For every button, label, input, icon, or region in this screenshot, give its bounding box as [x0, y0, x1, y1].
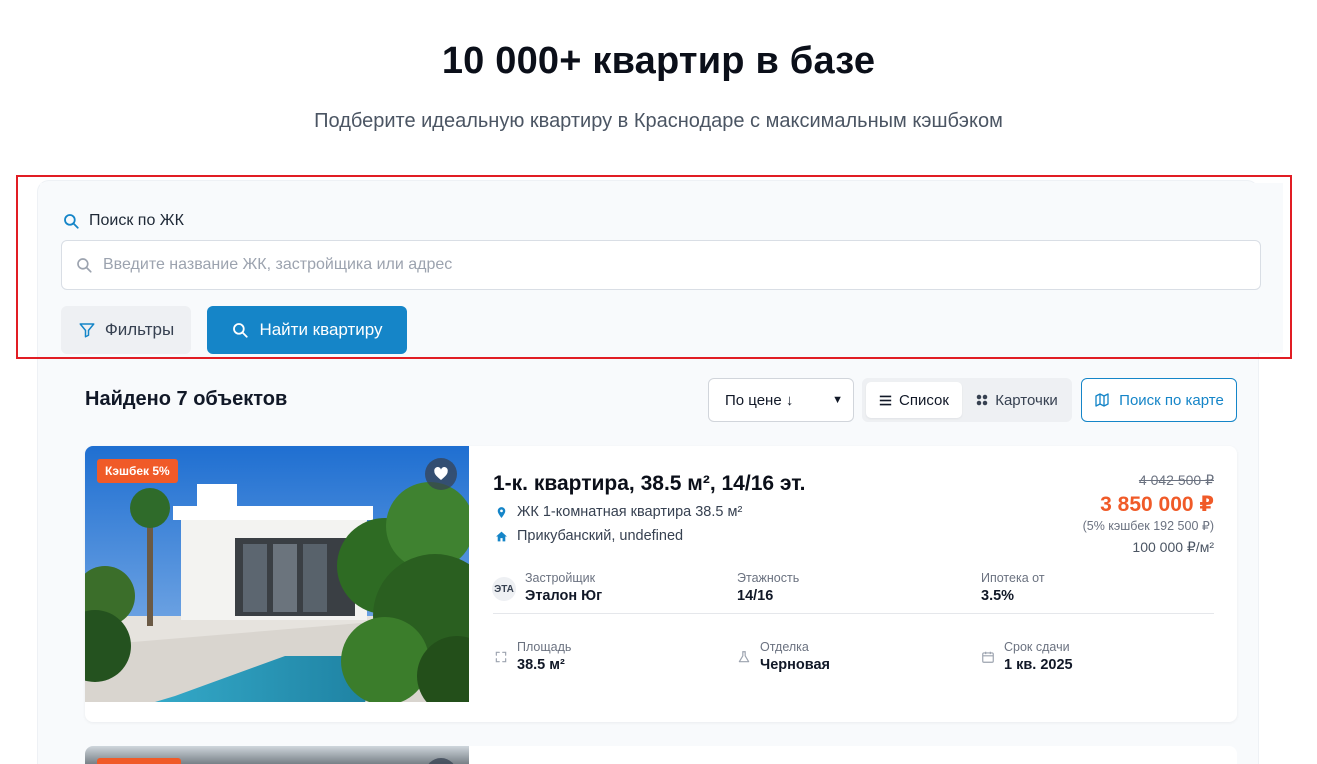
spec-label: Отделка — [760, 640, 809, 654]
page-title: 10 000+ квартир в базе — [441, 40, 876, 82]
chevron-down-icon: ▼ — [832, 394, 843, 406]
spec-label: Срок сдачи — [1004, 640, 1070, 654]
listing-title[interactable]: 1-к. квартира, 38.5 м², 14/16 эт. — [493, 472, 805, 496]
sort-select[interactable]: По цене ↓ ▼ — [708, 378, 854, 422]
view-list-option[interactable]: Список — [866, 382, 962, 418]
listing-complex-text: ЖК 1-комнатная квартира 38.5 м² — [517, 504, 743, 520]
location-pin-icon — [497, 506, 506, 518]
listing-card[interactable] — [85, 746, 1237, 764]
search-icon — [233, 323, 249, 338]
listing-card[interactable]: Кэшбек 5% 1-к. квартира, 38.5 м², 14/16 … — [85, 446, 1237, 722]
old-price: 4 042 500 ₽ — [1138, 472, 1214, 488]
view-cards-option[interactable]: Карточки — [966, 382, 1068, 418]
listing-district: Прикубанский, undefined — [495, 528, 683, 544]
search-input[interactable] — [103, 256, 1243, 274]
grid-icon — [976, 394, 988, 406]
spec-value: 14/16 — [737, 588, 774, 604]
search-label: Поиск по ЖК — [62, 212, 184, 230]
spec-label: Площадь — [517, 640, 572, 654]
spec-developer: ЭТА Застройщик Эталон Юг — [492, 571, 602, 604]
spec-label: Застройщик — [525, 571, 596, 585]
spec-deadline: Срок сдачи 1 кв. 2025 — [981, 640, 1073, 673]
price: 3 850 000 ₽ — [1100, 493, 1214, 516]
list-icon — [879, 395, 892, 405]
spec-value: Черновая — [760, 657, 830, 673]
developer-logo: ЭТА — [492, 577, 516, 601]
spec-area: Площадь 38.5 м² — [494, 640, 571, 673]
find-apartment-button[interactable]: Найти квартиру — [207, 306, 407, 354]
calendar-icon — [982, 651, 994, 663]
price-per-m2: 100 000 ₽/м² — [1132, 539, 1214, 555]
flask-icon — [738, 651, 750, 663]
listing-complex: ЖК 1-комнатная квартира 38.5 м² — [495, 504, 742, 520]
view-toggle: Список Карточки — [862, 378, 1072, 422]
house-photo — [85, 446, 469, 702]
spec-label: Ипотека от — [981, 571, 1045, 585]
cashback-badge: Кэшбек 5% — [97, 459, 178, 483]
spec-value: 3.5% — [981, 588, 1015, 604]
home-icon — [496, 531, 507, 541]
expand-icon — [495, 651, 507, 663]
filters-button-label: Фильтры — [104, 320, 175, 339]
view-cards-label: Карточки — [995, 391, 1058, 409]
cashback-note: (5% кэшбек 192 500 ₽) — [1082, 519, 1214, 533]
cashback-badge — [97, 758, 181, 764]
filters-button[interactable]: Фильтры — [61, 306, 191, 354]
spec-finish: Отделка Черновая — [737, 640, 830, 673]
map-search-label: Поиск по карте — [1119, 391, 1224, 409]
listing-photo[interactable]: Кэшбек 5% — [85, 446, 469, 702]
spec-label: Этажность — [737, 571, 800, 585]
spec-mortgage: Ипотека от 3.5% — [981, 571, 1045, 604]
find-apartment-label: Найти квартиру — [259, 320, 383, 339]
spec-value: 1 кв. 2025 — [1004, 657, 1073, 673]
map-icon — [1095, 393, 1109, 407]
spec-value: 38.5 м² — [517, 657, 565, 673]
search-icon — [77, 258, 92, 273]
search-icon — [64, 214, 79, 229]
spec-divider — [493, 613, 1214, 614]
favorite-button[interactable] — [425, 458, 457, 490]
heart-icon — [434, 467, 448, 480]
spec-value: Эталон Юг — [525, 588, 603, 604]
sort-select-value: По цене ↓ — [725, 391, 794, 409]
search-label-text: Поиск по ЖК — [89, 212, 184, 229]
map-search-button[interactable]: Поиск по карте — [1081, 378, 1237, 422]
view-list-label: Список — [899, 391, 949, 409]
filter-icon — [79, 323, 95, 338]
search-field[interactable] — [61, 240, 1261, 290]
results-count: Найдено 7 объектов — [85, 388, 288, 410]
page-subtitle: Подберите идеальную квартиру в Краснодар… — [314, 110, 1003, 132]
spec-floor: Этажность 14/16 — [737, 571, 799, 604]
listing-district-text: Прикубанский, undefined — [517, 528, 684, 544]
